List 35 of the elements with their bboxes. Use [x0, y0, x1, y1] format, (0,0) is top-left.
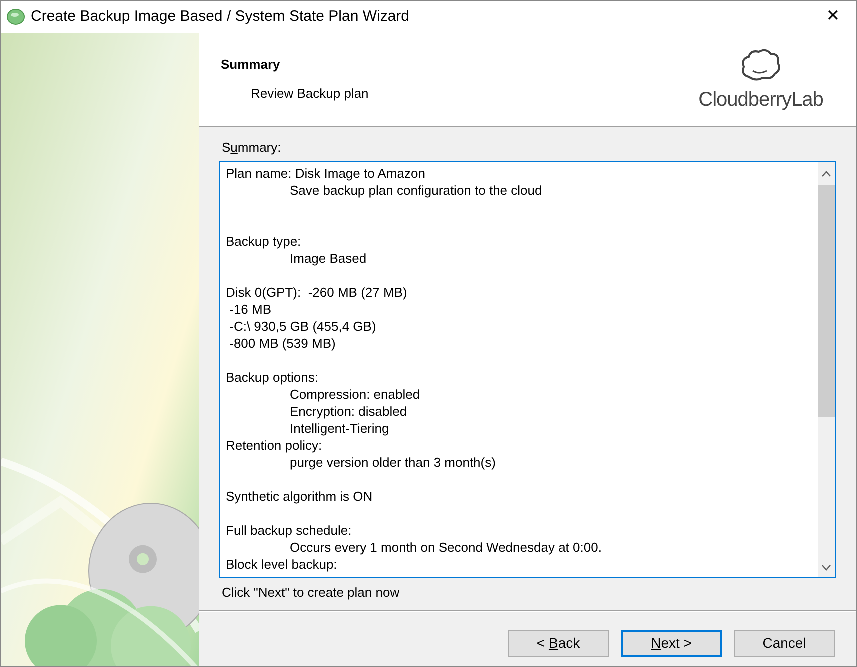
summary-line: Occurs every 1 month on Second Wednesday at 0:00. — [290, 540, 602, 554]
summary-line: purge version older than 3 month(s) — [290, 454, 496, 470]
summary-line: -C:\ 930,5 GB (455,4 GB) — [228, 318, 376, 334]
summary-line: Image Based — [290, 250, 367, 266]
summary-line: Full backup schedule: — [226, 522, 352, 538]
summary-line: -16 MB — [228, 302, 272, 316]
close-button[interactable]: ✕ — [810, 1, 856, 33]
summary-line: Block level backup: — [226, 556, 338, 572]
summary-text-area[interactable] — [219, 160, 836, 578]
summary-line: Plan name: Disk Image to Amazon — [226, 166, 426, 180]
cloud-icon — [739, 47, 783, 83]
summary-line: Save backup plan configuration to the cloud — [290, 182, 542, 198]
summary-label: Summary: — [222, 139, 282, 157]
logo-text: CloudberryLab — [698, 88, 824, 113]
summary-line: Backup type: — [226, 234, 302, 248]
summary-line: -800 MB (539 MB) — [228, 336, 336, 350]
page-subtitle: Review Backup plan — [251, 84, 370, 103]
wizard-button[interactable]: < Back — [508, 630, 609, 657]
scroll-up-icon[interactable] — [822, 170, 831, 176]
wizard-button[interactable]: Cancel — [734, 630, 835, 657]
summary-line: Encryption: disabled — [290, 404, 408, 418]
scroll-down-icon[interactable] — [822, 564, 831, 570]
wizard-button[interactable]: Next > — [621, 630, 722, 657]
summary-line: Retention policy: — [226, 438, 322, 452]
scrollbar-thumb[interactable] — [818, 184, 835, 416]
page-title: Summary — [221, 56, 282, 74]
window-title: Create Backup Image Based / System State Plan Wizard — [31, 6, 410, 27]
scrollbar[interactable] — [818, 162, 835, 576]
hint-text: Click "Next" to create plan now — [222, 584, 400, 602]
app-icon — [7, 9, 25, 25]
summary-line: Synthetic algorithm is ON — [226, 488, 373, 504]
summary-line: Disk 0(GPT): -260 MB (27 MB) — [226, 284, 408, 300]
summary-line: Backup options: — [226, 370, 319, 384]
summary-line: Compression: enabled — [290, 386, 420, 402]
summary-line: Intelligent-Tiering — [290, 420, 390, 436]
